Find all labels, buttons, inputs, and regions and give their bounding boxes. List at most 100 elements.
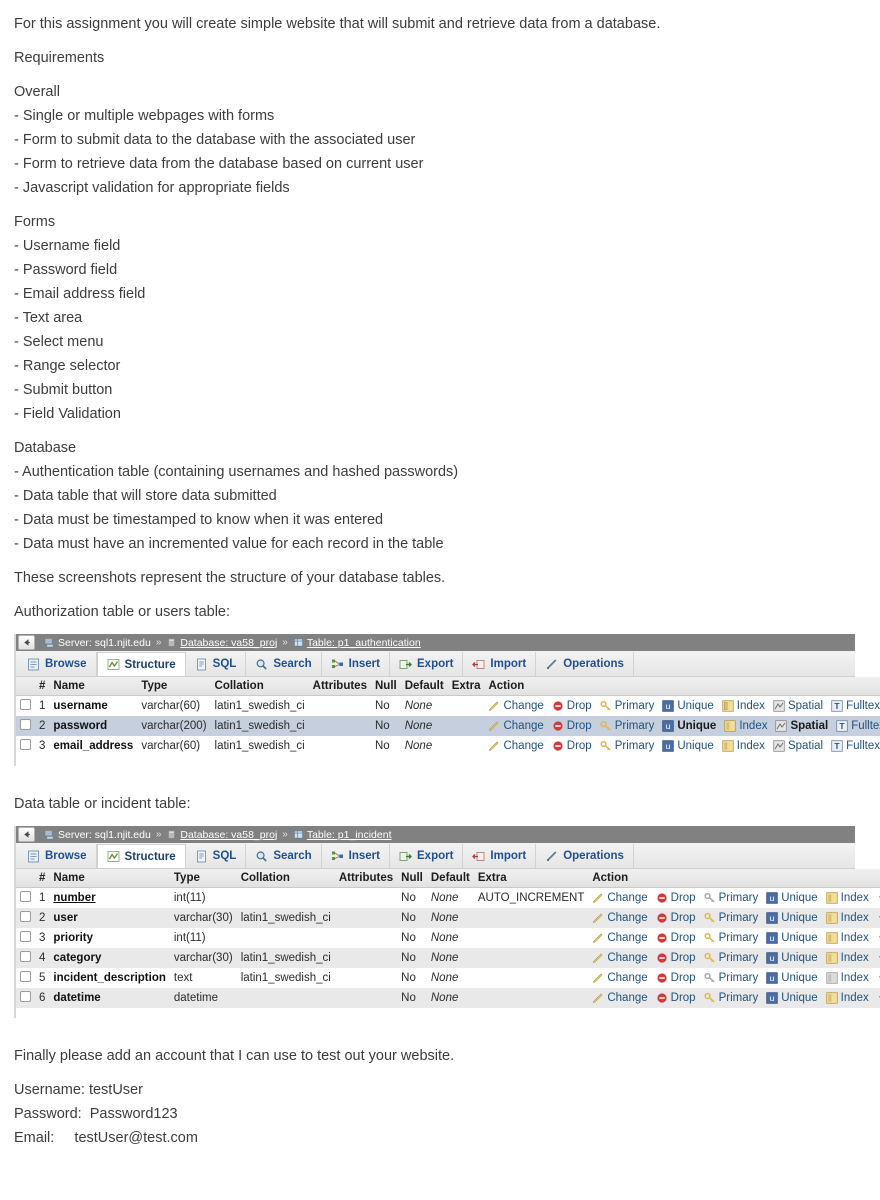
action-drop[interactable]: Drop	[656, 892, 696, 904]
tab-search[interactable]: Search	[246, 844, 322, 868]
action-spatial[interactable]: Spatial	[775, 720, 828, 732]
tab-structure[interactable]: Structure	[96, 652, 186, 676]
action-primary[interactable]: Primary	[600, 720, 654, 732]
th-attributes[interactable]: Attributes	[334, 869, 398, 888]
th-extra[interactable]: Extra	[447, 677, 485, 696]
tab-search[interactable]: Search	[246, 652, 322, 676]
action-unique[interactable]: u Unique	[766, 972, 818, 984]
row-checkbox-cell[interactable]	[16, 928, 35, 948]
action-index[interactable]: Index	[825, 992, 869, 1004]
tab-import[interactable]: Import	[463, 652, 537, 676]
action-change[interactable]: Change	[592, 952, 648, 964]
tab-browse[interactable]: Browse	[18, 652, 97, 676]
tab-operations[interactable]: Operations	[536, 652, 634, 676]
action-spatial[interactable]: Spatial	[773, 700, 823, 712]
tab-operations[interactable]: Operations	[536, 844, 634, 868]
tab-insert[interactable]: Insert	[322, 844, 390, 868]
tab-export[interactable]: Export	[390, 844, 464, 868]
breadcrumb-database[interactable]: Database: va58_proj	[166, 829, 277, 841]
action-unique[interactable]: u Unique	[662, 700, 714, 712]
action-drop[interactable]: Drop	[656, 952, 696, 964]
action-change[interactable]: Change	[592, 912, 648, 924]
tab-sql[interactable]: SQL	[186, 652, 247, 676]
back-button[interactable]	[18, 827, 35, 842]
action-drop[interactable]: Drop	[656, 992, 696, 1004]
action-change[interactable]: Change	[488, 700, 544, 712]
tab-import[interactable]: Import	[463, 844, 537, 868]
th-extra[interactable]: Extra	[473, 869, 589, 888]
row-checkbox-cell[interactable]	[16, 988, 35, 1008]
action-index[interactable]: Index	[825, 972, 869, 984]
row-checkbox[interactable]	[20, 719, 31, 730]
action-drop[interactable]: Drop	[656, 912, 696, 924]
th-type[interactable]: Type	[137, 677, 211, 696]
breadcrumb-server[interactable]: Server: sql1.njit.edu	[44, 637, 151, 649]
action-unique[interactable]: u Unique	[662, 720, 716, 732]
tab-structure[interactable]: Structure	[96, 844, 186, 868]
th-select-all[interactable]	[16, 869, 35, 888]
breadcrumb-table[interactable]: Table: p1_incident	[293, 829, 392, 841]
action-primary[interactable]: Primary	[704, 972, 758, 984]
th-attributes[interactable]: Attributes	[308, 677, 371, 696]
action-index[interactable]: Index	[825, 932, 869, 944]
back-button[interactable]	[18, 635, 35, 650]
action-drop[interactable]: Drop	[656, 972, 696, 984]
action-primary[interactable]: Primary	[600, 740, 654, 752]
action-primary[interactable]: Primary	[704, 912, 758, 924]
action-change[interactable]: Change	[592, 972, 648, 984]
breadcrumb-server[interactable]: Server: sql1.njit.edu	[44, 829, 151, 841]
th-number[interactable]: #	[35, 869, 50, 888]
action-change[interactable]: Change	[592, 992, 648, 1004]
row-checkbox-cell[interactable]	[16, 695, 35, 716]
action-primary[interactable]: Primary	[600, 700, 654, 712]
th-name[interactable]: Name	[49, 677, 138, 696]
action-unique[interactable]: u Unique	[766, 912, 818, 924]
action-primary[interactable]: Primary	[704, 952, 758, 964]
row-checkbox-cell[interactable]	[16, 968, 35, 988]
action-unique[interactable]: u Unique	[662, 740, 714, 752]
row-checkbox[interactable]	[20, 699, 31, 710]
th-default[interactable]: Default	[426, 869, 474, 888]
action-drop[interactable]: Drop	[656, 932, 696, 944]
action-index[interactable]: Index	[825, 952, 869, 964]
row-checkbox[interactable]	[20, 971, 31, 982]
action-index[interactable]: Index	[722, 700, 765, 712]
action-primary[interactable]: Primary	[704, 992, 758, 1004]
action-index[interactable]: Index	[825, 892, 869, 904]
row-checkbox[interactable]	[20, 991, 31, 1002]
tab-browse[interactable]: Browse	[18, 844, 97, 868]
action-fulltext[interactable]: T Fulltext	[836, 720, 880, 732]
th-collation[interactable]: Collation	[210, 677, 309, 696]
action-index[interactable]: Index	[722, 740, 765, 752]
row-checkbox[interactable]	[20, 931, 31, 942]
action-change[interactable]: Change	[592, 932, 648, 944]
row-checkbox[interactable]	[20, 911, 31, 922]
th-type[interactable]: Type	[169, 869, 237, 888]
th-select-all[interactable]	[16, 677, 35, 696]
row-checkbox[interactable]	[20, 739, 31, 750]
action-change[interactable]: Change	[592, 892, 648, 904]
action-index[interactable]: Index	[825, 912, 869, 924]
action-primary[interactable]: Primary	[704, 892, 758, 904]
tab-sql[interactable]: SQL	[186, 844, 247, 868]
action-change[interactable]: Change	[488, 740, 544, 752]
th-collation[interactable]: Collation	[236, 869, 335, 888]
row-checkbox-cell[interactable]	[16, 908, 35, 928]
action-fulltext[interactable]: T Fulltext	[831, 700, 880, 712]
action-drop[interactable]: Drop	[552, 720, 592, 732]
breadcrumb-table[interactable]: Table: p1_authentication	[293, 637, 421, 649]
action-unique[interactable]: u Unique	[766, 992, 818, 1004]
action-index[interactable]: Index	[724, 720, 767, 732]
th-null[interactable]: Null	[397, 869, 427, 888]
action-drop[interactable]: Drop	[552, 700, 592, 712]
th-default[interactable]: Default	[400, 677, 448, 696]
th-null[interactable]: Null	[370, 677, 401, 696]
action-spatial[interactable]: Spatial	[773, 740, 823, 752]
action-fulltext[interactable]: T Fulltext	[831, 740, 880, 752]
row-checkbox[interactable]	[20, 891, 31, 902]
tab-insert[interactable]: Insert	[322, 652, 390, 676]
th-number[interactable]: #	[35, 677, 50, 696]
action-unique[interactable]: u Unique	[766, 892, 818, 904]
action-change[interactable]: Change	[488, 720, 544, 732]
th-name[interactable]: Name	[49, 869, 170, 888]
